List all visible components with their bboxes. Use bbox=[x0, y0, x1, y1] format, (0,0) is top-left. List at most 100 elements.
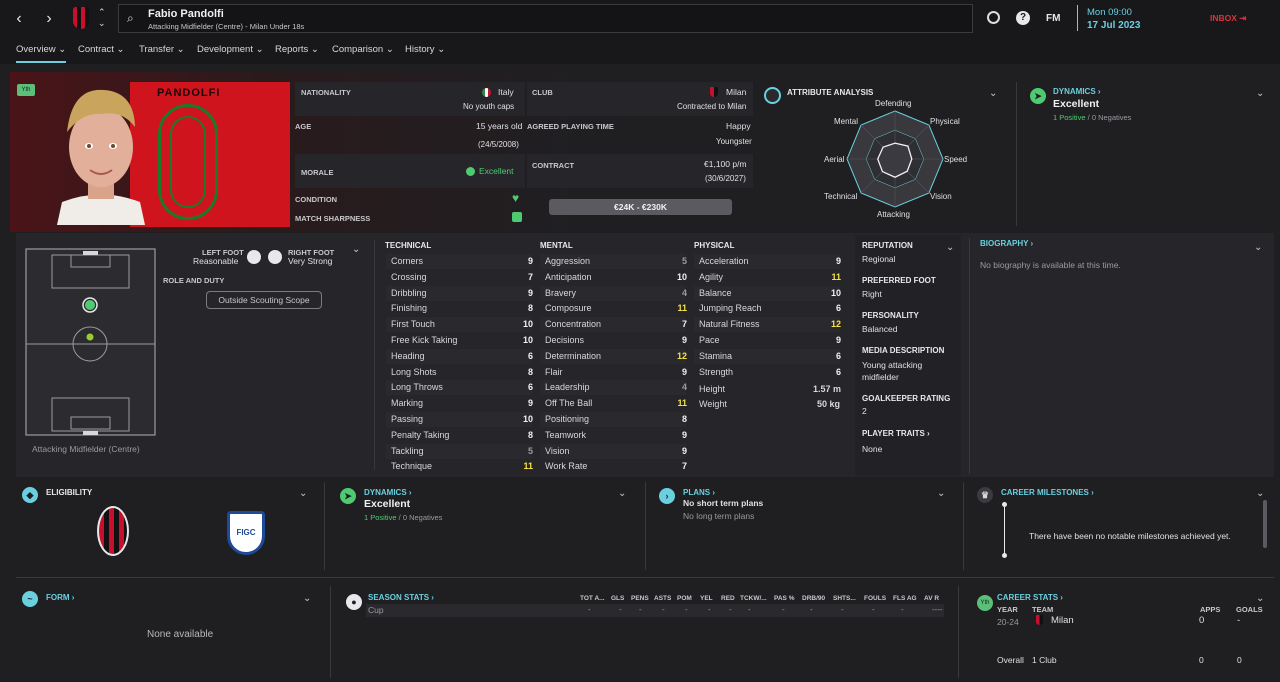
form-title[interactable]: FORM › bbox=[46, 593, 74, 602]
season-stats-header[interactable]: GLS bbox=[611, 595, 624, 602]
season-stats-header[interactable]: RED bbox=[721, 595, 735, 602]
back-arrow-icon[interactable]: ‹ bbox=[8, 8, 30, 30]
season-stats-row[interactable] bbox=[366, 604, 944, 617]
inbox-button[interactable]: INBOX ⇥ bbox=[1210, 13, 1246, 24]
season-stats-header[interactable]: ASTS bbox=[654, 595, 671, 602]
dynamics-title[interactable]: DYNAMICS › bbox=[1053, 87, 1101, 96]
player-traits-label[interactable]: PLAYER TRAITS › bbox=[862, 429, 930, 438]
figc-crest-icon: FIGC bbox=[227, 511, 265, 555]
milestones-title[interactable]: CAREER MILESTONES › bbox=[1001, 488, 1094, 497]
role-chevron-icon[interactable]: ⌄ bbox=[352, 244, 360, 255]
season-stats-header[interactable]: AV R bbox=[924, 595, 939, 602]
mental-attr-name: Leadership bbox=[545, 382, 590, 393]
search-bar[interactable]: ⌕ Fabio Pandolfi Attacking Midfielder (C… bbox=[118, 4, 973, 33]
season-stats-header[interactable]: YEL bbox=[700, 595, 713, 602]
eligibility-chevron-icon[interactable]: ⌄ bbox=[299, 488, 307, 499]
tab-reports[interactable]: Reports ⌄ bbox=[275, 44, 319, 55]
physical-attr-name: Strength bbox=[699, 366, 734, 377]
season-stats-header[interactable]: TCKW/... bbox=[740, 595, 767, 602]
career-year-header: YEAR bbox=[997, 605, 1018, 614]
physical-attr-value: 9 bbox=[835, 335, 841, 345]
milestones-text: There have been no notable milestones ac… bbox=[1029, 531, 1231, 541]
career-row-team[interactable]: Milan bbox=[1051, 615, 1074, 626]
plans-icon: › bbox=[659, 488, 675, 504]
switch-player-up-icon[interactable]: ⌃ bbox=[98, 7, 106, 18]
condition-heart-icon: ♥ bbox=[512, 191, 520, 205]
technical-attr-name: Penalty Taking bbox=[391, 429, 450, 440]
row3-divider-3 bbox=[963, 482, 964, 570]
club-crest-icon[interactable] bbox=[73, 7, 89, 29]
personality-label: PERSONALITY bbox=[862, 311, 919, 320]
season-stats-value: - bbox=[708, 605, 711, 614]
scouting-scope-button[interactable]: Outside Scouting Scope bbox=[206, 291, 322, 309]
season-stats-header[interactable]: SHTS... bbox=[833, 595, 856, 602]
season-stats-header[interactable]: POM bbox=[677, 595, 692, 602]
biography-chevron-icon[interactable]: ⌄ bbox=[1254, 242, 1262, 253]
help-icon[interactable]: ? bbox=[1016, 11, 1030, 25]
switch-player-down-icon[interactable]: ⌄ bbox=[98, 18, 106, 29]
mental-attr-name: Vision bbox=[545, 445, 570, 456]
career-stats-title[interactable]: CAREER STATS › bbox=[997, 593, 1063, 602]
fm-logo[interactable]: FM bbox=[1046, 13, 1060, 24]
career-stats-chevron-icon[interactable]: ⌄ bbox=[1256, 593, 1264, 604]
career-overall-label: Overall bbox=[997, 655, 1024, 665]
dynamics-chevron-icon[interactable]: ⌄ bbox=[1256, 88, 1264, 99]
current-date[interactable]: 17 Jul 2023 bbox=[1087, 20, 1140, 31]
season-stats-header[interactable]: DRB/90 bbox=[802, 595, 825, 602]
mental-attr-value: 7 bbox=[681, 319, 687, 330]
world-icon[interactable] bbox=[987, 11, 1000, 24]
season-stats-header[interactable]: PENS bbox=[631, 595, 649, 602]
info-chevron-icon[interactable]: ⌄ bbox=[946, 242, 954, 253]
tab-comparison[interactable]: Comparison ⌄ bbox=[332, 44, 394, 55]
nationality-label: NATIONALITY bbox=[301, 88, 351, 97]
mental-attr-name: Composure bbox=[545, 303, 592, 314]
plans-title[interactable]: PLANS › bbox=[683, 488, 715, 497]
career-row-goals: - bbox=[1237, 615, 1241, 626]
tab-contract-label: Contract bbox=[78, 44, 114, 55]
physical-attr-name: Agility bbox=[699, 271, 724, 282]
season-stats-value: ---- bbox=[932, 605, 943, 614]
technical-attr-name: Passing bbox=[391, 414, 424, 424]
tab-overview[interactable]: Overview ⌄ bbox=[16, 44, 67, 63]
milestones-scrollbar[interactable] bbox=[1263, 500, 1267, 548]
mental-title: MENTAL bbox=[540, 241, 573, 250]
dynamics-mid-chevron-icon[interactable]: ⌄ bbox=[618, 488, 626, 499]
plans-chevron-icon[interactable]: ⌄ bbox=[937, 488, 945, 499]
milestones-chevron-icon[interactable]: ⌄ bbox=[1256, 488, 1264, 499]
biography-title[interactable]: BIOGRAPHY › bbox=[980, 239, 1033, 248]
radar-label-attacking: Attacking bbox=[877, 210, 910, 219]
milestone-dot-top bbox=[1002, 502, 1007, 507]
mental-attr-value: 5 bbox=[681, 256, 687, 266]
tab-contract[interactable]: Contract ⌄ bbox=[78, 44, 125, 55]
forward-arrow-icon[interactable]: › bbox=[38, 8, 60, 30]
season-stats-title[interactable]: SEASON STATS › bbox=[368, 593, 434, 602]
dynamics-mid-title[interactable]: DYNAMICS › bbox=[364, 488, 412, 497]
season-stats-value: - bbox=[748, 605, 751, 614]
current-time[interactable]: Mon 09:00 bbox=[1087, 7, 1132, 18]
season-stats-value: - bbox=[841, 605, 844, 614]
tab-development[interactable]: Development ⌄ bbox=[197, 44, 264, 55]
tab-transfer[interactable]: Transfer ⌄ bbox=[139, 44, 185, 55]
radar-label-mental: Mental bbox=[834, 117, 859, 126]
inbox-label: INBOX bbox=[1210, 13, 1237, 23]
technical-attr-value: 7 bbox=[527, 271, 533, 282]
milestone-timeline bbox=[1004, 504, 1005, 556]
row3-divider-1 bbox=[324, 482, 325, 570]
plans-short: No short term plans bbox=[683, 498, 764, 508]
season-stats-header[interactable]: TOT A... bbox=[580, 595, 605, 602]
season-stats-header[interactable]: FOULS bbox=[864, 595, 886, 602]
season-stats-value: - bbox=[685, 605, 688, 614]
nationality-value: Italy bbox=[498, 87, 514, 97]
value-range-bar[interactable]: €24K - €230K bbox=[549, 199, 732, 215]
preferred-foot-value: Right bbox=[862, 289, 882, 299]
season-stats-value: - bbox=[872, 605, 875, 614]
tab-history[interactable]: History ⌄ bbox=[405, 44, 445, 55]
mental-attr-name: Anticipation bbox=[545, 271, 592, 282]
right-boot-icon bbox=[268, 250, 282, 264]
form-chevron-icon[interactable]: ⌄ bbox=[303, 593, 311, 604]
football-icon: ● bbox=[346, 594, 362, 610]
tab-transfer-label: Transfer bbox=[139, 44, 175, 55]
morale-value: Excellent bbox=[479, 166, 514, 176]
season-stats-header[interactable]: PAS % bbox=[774, 595, 794, 602]
season-stats-header[interactable]: FLS AG bbox=[893, 595, 917, 602]
